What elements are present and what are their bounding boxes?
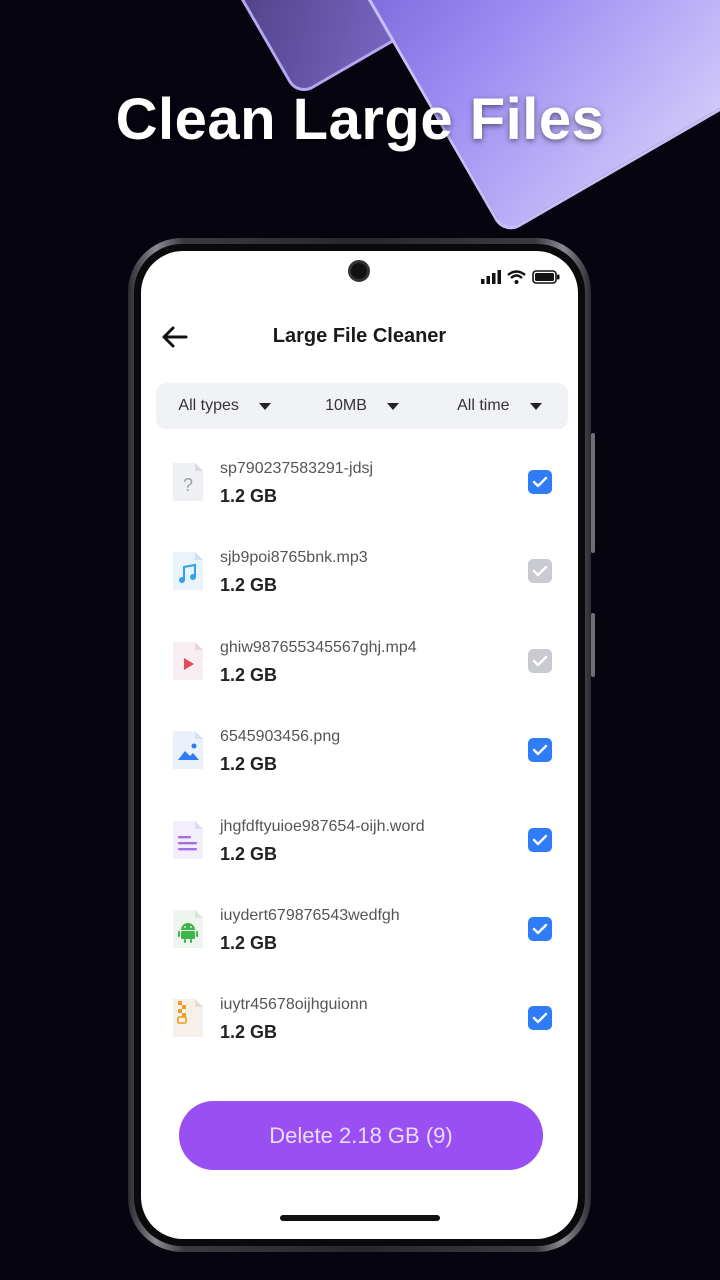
checkmark-icon bbox=[532, 923, 548, 935]
file-row[interactable]: iuytr45678oijhguionn 1.2 GB bbox=[141, 983, 578, 1072]
caret-down-icon bbox=[529, 402, 542, 410]
file-name: ghiw987655345567ghj.mp4 bbox=[220, 638, 417, 656]
filter-size-dropdown[interactable]: 10MB bbox=[293, 397, 430, 415]
file-name: sjb9poi8765bnk.mp3 bbox=[220, 549, 368, 567]
file-name: 6545903456.png bbox=[220, 728, 341, 746]
filter-size-label: 10MB bbox=[325, 397, 367, 414]
file-checkbox[interactable] bbox=[528, 648, 552, 673]
filter-type-label: All types bbox=[178, 397, 239, 414]
file-checkbox[interactable] bbox=[528, 738, 552, 763]
filter-time-label: All time bbox=[457, 397, 510, 414]
svg-text:?: ? bbox=[183, 475, 193, 495]
archive-file-icon bbox=[173, 999, 203, 1038]
checkmark-icon bbox=[532, 834, 548, 845]
file-size: 1.2 GB bbox=[220, 486, 278, 506]
caret-down-icon bbox=[386, 402, 399, 410]
image-file-icon bbox=[173, 731, 203, 770]
file-row[interactable]: ghiw987655345567ghj.mp4 1.2 GB bbox=[141, 626, 578, 715]
battery-icon bbox=[532, 270, 560, 284]
file-checkbox[interactable] bbox=[528, 470, 552, 494]
file-list: ? sp790237583291-jdsj 1.2 GB sjb9poi8765… bbox=[141, 447, 578, 1073]
status-bar-icons bbox=[481, 270, 560, 284]
file-row[interactable]: iuydert679876543wedfgh 1.2 GB bbox=[141, 894, 578, 983]
video-file-icon bbox=[173, 641, 203, 680]
file-size: 1.2 GB bbox=[220, 843, 278, 864]
filter-time-dropdown[interactable]: All time bbox=[431, 397, 568, 415]
cellular-signal-icon bbox=[481, 270, 501, 284]
file-row[interactable]: ? sp790237583291-jdsj 1.2 GB bbox=[141, 447, 578, 536]
app-screen: Large File Cleaner All types 10MB All ti… bbox=[141, 251, 578, 1239]
home-indicator bbox=[280, 1215, 440, 1221]
document-file-icon bbox=[173, 820, 203, 859]
file-name: jhgfdftyuioe987654-oijh.word bbox=[220, 817, 425, 835]
file-size: 1.2 GB bbox=[220, 932, 278, 953]
filter-bar: All types 10MB All time bbox=[156, 383, 568, 429]
checkmark-icon bbox=[532, 655, 548, 666]
app-header: Large File Cleaner bbox=[141, 317, 578, 357]
file-checkbox[interactable] bbox=[528, 559, 552, 584]
checkmark-icon bbox=[532, 476, 548, 488]
front-camera bbox=[348, 260, 370, 282]
checkmark-icon bbox=[532, 1013, 548, 1024]
file-name: sp790237583291-jdsj bbox=[220, 460, 374, 477]
file-checkbox[interactable] bbox=[528, 827, 552, 852]
caret-down-icon bbox=[258, 402, 271, 410]
delete-button[interactable]: Delete 2.18 GB (9) bbox=[179, 1101, 543, 1170]
file-row[interactable]: jhgfdftyuioe987654-oijh.word 1.2 GB bbox=[141, 805, 578, 894]
phone-frame: Large File Cleaner All types 10MB All ti… bbox=[128, 238, 595, 1252]
file-size: 1.2 GB bbox=[220, 1022, 278, 1043]
file-checkbox[interactable] bbox=[528, 916, 552, 941]
file-size: 1.2 GB bbox=[220, 754, 278, 775]
file-row[interactable]: 6545903456.png 1.2 GB bbox=[141, 715, 578, 804]
apk-file-icon bbox=[173, 909, 203, 948]
audio-file-icon bbox=[173, 552, 203, 591]
page-title: Large File Cleaner bbox=[272, 325, 447, 347]
checkmark-icon bbox=[532, 566, 548, 577]
power-button bbox=[591, 433, 595, 553]
unknown-file-icon: ? bbox=[173, 463, 203, 501]
volume-button bbox=[591, 613, 595, 677]
file-name: iuytr45678oijhguionn bbox=[220, 996, 368, 1014]
headline: Clean Large Files bbox=[115, 87, 605, 152]
file-size: 1.2 GB bbox=[220, 664, 278, 685]
checkmark-icon bbox=[532, 744, 548, 756]
file-size: 1.2 GB bbox=[220, 575, 278, 596]
wifi-icon bbox=[507, 270, 526, 284]
file-name: iuydert679876543wedfgh bbox=[220, 906, 400, 924]
file-checkbox[interactable] bbox=[528, 1006, 552, 1031]
file-row[interactable]: sjb9poi8765bnk.mp3 1.2 GB bbox=[141, 536, 578, 625]
filter-type-dropdown[interactable]: All types bbox=[156, 397, 293, 415]
